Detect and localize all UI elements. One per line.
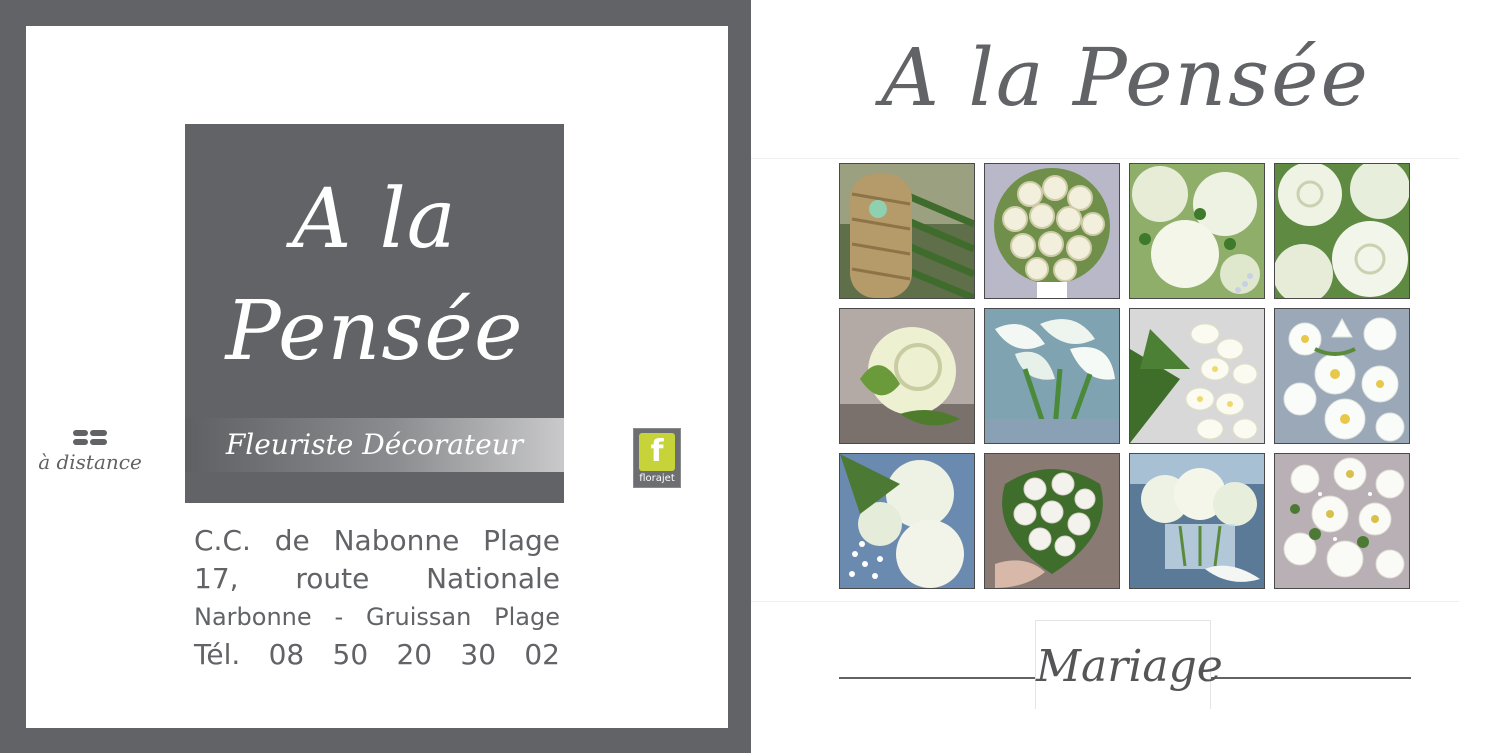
address-line1: C.C. de Nabonne Plage — [194, 524, 560, 557]
top-divider — [751, 158, 1459, 159]
photo-freesia-bouquet — [1129, 308, 1265, 444]
photo-roses-gypsophila — [839, 453, 975, 589]
business-card-front: A la Pensée Mariage — [751, 0, 1500, 753]
florajet-label: florajet — [639, 473, 675, 484]
florajet-f-icon: f — [639, 433, 675, 471]
brand-logo: A la Pensée Fleuriste Décorateur — [185, 124, 564, 503]
address-line2: 17, route Nationale — [194, 562, 560, 595]
mariage-line-left — [839, 677, 1035, 679]
phone-number: Tél. 08 50 20 30 02 — [194, 638, 560, 671]
logo-title-line1: A la — [292, 172, 457, 267]
photo-single-rose — [839, 308, 975, 444]
mariage-label-box: Mariage — [1035, 620, 1223, 709]
bottom-divider — [751, 601, 1459, 602]
distance-label: à distance — [38, 450, 142, 474]
shop-address: C.C. de Nabonne Plage 17, route National… — [194, 522, 560, 674]
photo-grid — [839, 163, 1410, 589]
section-label: Mariage — [1036, 641, 1223, 692]
distance-payment-logo: à distance — [38, 430, 142, 474]
mariage-line-right — [1211, 677, 1411, 679]
photo-orchid-arrangement — [1274, 453, 1410, 589]
photo-white-roses — [1274, 163, 1410, 299]
logo-tagline: Fleuriste Décorateur — [225, 428, 524, 461]
logo-title: A la Pensée — [185, 164, 564, 388]
florajet-logo: f florajet — [633, 428, 681, 488]
logo-tagline-band: Fleuriste Décorateur — [185, 418, 564, 472]
address-line3: Narbonne - Gruissan Plage — [194, 603, 560, 631]
card-white-area: A la Pensée Fleuriste Décorateur à dista… — [26, 26, 728, 728]
photo-orchid-bouquet — [1274, 308, 1410, 444]
business-card-back: A la Pensée Fleuriste Décorateur à dista… — [0, 0, 751, 753]
photo-table-centerpiece — [1129, 453, 1265, 589]
photo-round-rose-bouquet — [984, 163, 1120, 299]
card-payment-icon — [73, 430, 107, 446]
photo-calla-lilies — [984, 308, 1120, 444]
logo-title-line2: Pensée — [225, 284, 524, 379]
photo-roses-closeup — [1129, 163, 1265, 299]
page-title: A la Pensée — [881, 31, 1370, 124]
photo-hand-held-bouquet — [984, 453, 1120, 589]
photo-bound-stems-bouquet — [839, 163, 975, 299]
